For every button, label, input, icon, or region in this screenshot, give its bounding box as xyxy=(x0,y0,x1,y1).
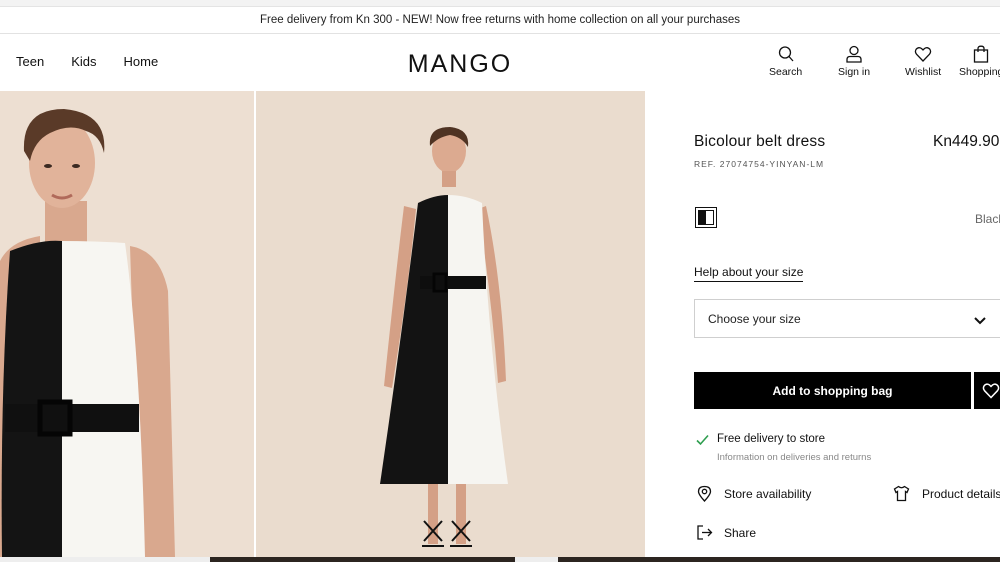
swatch-white-half xyxy=(706,210,714,225)
size-select-placeholder: Choose your size xyxy=(708,312,801,326)
color-name: Black xyxy=(975,212,1000,226)
site-header: Teen Kids Home MANGO Search Sign in Wish… xyxy=(0,34,1000,91)
wishlist-button[interactable]: Wishlist xyxy=(905,45,941,78)
add-to-bag-label: Add to shopping bag xyxy=(772,383,893,398)
location-pin-icon xyxy=(697,485,712,502)
checkmark-icon xyxy=(696,434,709,446)
product-image-closeup[interactable] xyxy=(0,91,254,557)
model-fullbody-illustration xyxy=(256,91,645,557)
chevron-down-icon xyxy=(974,317,986,325)
add-to-bag-button[interactable]: Add to shopping bag xyxy=(694,372,971,409)
product-image-fullbody[interactable] xyxy=(256,91,645,557)
product-price: Kn449.90 xyxy=(933,133,1000,150)
model-closeup-illustration xyxy=(0,91,254,557)
image-scroll-indicator xyxy=(0,557,1000,562)
tshirt-icon xyxy=(893,485,910,502)
swatch-fill xyxy=(698,210,714,225)
heart-icon xyxy=(982,383,1000,399)
heart-icon xyxy=(914,47,932,62)
scroll-thumb-left[interactable] xyxy=(210,557,515,562)
size-help-link[interactable]: Help about your size xyxy=(694,265,804,282)
bag-icon xyxy=(974,45,989,63)
search-label: Search xyxy=(769,66,803,78)
delivery-info-link[interactable]: Information on deliveries and returns xyxy=(717,452,871,463)
size-select[interactable]: Choose your size xyxy=(694,299,1000,338)
browser-top-strip xyxy=(0,0,1000,7)
add-to-wishlist-button[interactable] xyxy=(974,372,1000,409)
color-swatch-black[interactable] xyxy=(695,207,717,228)
promo-banner[interactable]: Free delivery from Kn 300 - NEW! Now fre… xyxy=(0,7,1000,34)
store-availability-link[interactable]: Store availability xyxy=(724,487,811,501)
swatch-black-half xyxy=(698,210,706,225)
user-icon xyxy=(846,45,862,63)
product-reference: REF. 27074754-YINYAN-LM xyxy=(694,159,825,169)
product-title: Bicolour belt dress xyxy=(694,133,826,150)
share-link[interactable]: Share xyxy=(724,526,756,540)
scroll-thumb-right[interactable] xyxy=(558,557,1000,562)
shopping-label: Shopping xyxy=(959,66,1000,78)
wishlist-label: Wishlist xyxy=(905,66,942,78)
search-button[interactable]: Search xyxy=(769,45,802,78)
share-icon xyxy=(697,525,713,540)
signin-button[interactable]: Sign in xyxy=(838,45,870,78)
product-details-link[interactable]: Product details xyxy=(922,487,1000,501)
promo-text: Free delivery from Kn 300 - NEW! Now fre… xyxy=(259,14,740,26)
signin-label: Sign in xyxy=(838,66,871,78)
free-delivery-title: Free delivery to store xyxy=(717,433,826,445)
header-tools: Search Sign in Wishlist Shopping xyxy=(0,45,1000,85)
shopping-bag-button[interactable]: Shopping xyxy=(959,45,1000,78)
search-icon xyxy=(778,46,794,62)
product-info-panel: Bicolour belt dress Kn449.90 REF. 270747… xyxy=(645,91,1000,557)
